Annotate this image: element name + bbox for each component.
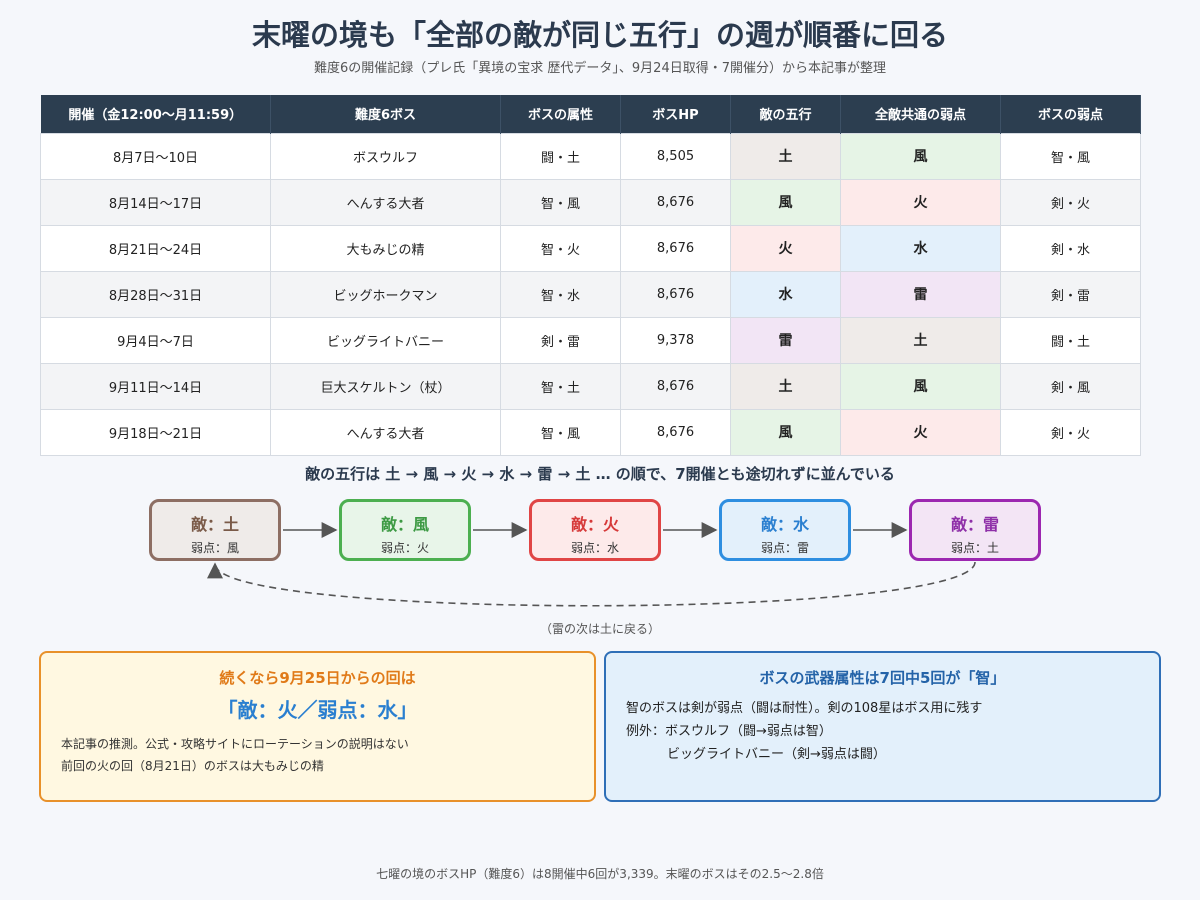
prediction-note: 本記事の推測。公式・攻略サイトにローテーションの説明はない [61, 737, 409, 751]
weapon-line: 智のボスは剣が弱点（闘は耐性）。剣の108星はボス用に残す [626, 701, 983, 716]
weapon-line: 例外：ボスウルフ（闘→弱点は智） [626, 724, 832, 739]
node-enemy-label: 敵：土 [190, 515, 239, 534]
node-enemy-label: 敵：風 [380, 515, 429, 534]
prediction-heading: 続くなら9月25日からの回は [219, 669, 416, 687]
node-weakness-label: 弱点：土 [950, 541, 999, 555]
node-weakness-label: 弱点：雷 [760, 541, 809, 555]
node-enemy-label: 敵：水 [760, 515, 809, 534]
node-weakness-label: 弱点：火 [380, 541, 429, 555]
footer-note: 七曜の境のボスHP（難度6）は8開催中6回が3,339。末曜のボスはその2.5〜… [376, 867, 824, 881]
loop-caption: （雷の次は土に戻る） [539, 622, 660, 636]
prediction-box: 続くなら9月25日からの回は 「敵：火／弱点：水」 本記事の推測。公式・攻略サイ… [39, 651, 596, 802]
cycle-node-fire: 敵：火 弱点：水 [529, 499, 661, 561]
node-weakness-label: 弱点：水 [570, 541, 619, 555]
weapon-heading: ボスの武器属性は7回中5回が「智」 [759, 669, 1006, 687]
loop-back-arrow [207, 561, 976, 607]
prediction-note: 前回の火の回（8月21日）のボスは大もみじの精 [61, 759, 324, 773]
cycle-node-wind: 敵：風 弱点：火 [339, 499, 471, 561]
weapon-box: ボスの武器属性は7回中5回が「智」 智のボスは剣が弱点（闘は耐性）。剣の108星… [604, 651, 1161, 802]
cycle-node-thunder: 敵：雷 弱点：土 [909, 499, 1041, 561]
prediction-value: 「敵：火／弱点：水」 [217, 698, 418, 722]
node-weakness-label: 弱点：風 [190, 541, 239, 555]
cycle-node-water: 敵：水 弱点：雷 [719, 499, 851, 561]
cycle-node-earth: 敵：土 弱点：風 [149, 499, 281, 561]
node-enemy-label: 敵：火 [570, 515, 619, 534]
weapon-line: ビッグライトバニー（剣→弱点は闘） [667, 747, 886, 762]
node-enemy-label: 敵：雷 [950, 515, 999, 534]
